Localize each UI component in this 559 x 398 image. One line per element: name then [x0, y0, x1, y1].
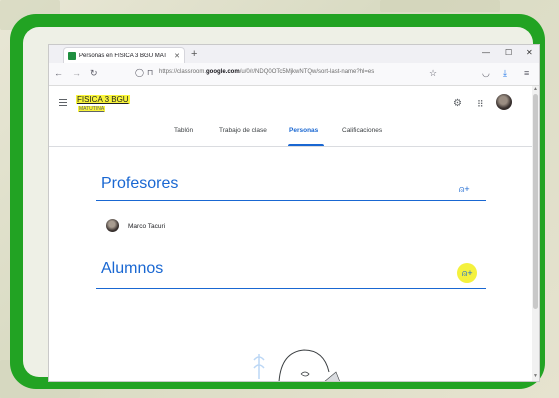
add-student-icon[interactable]: ⍝+ — [462, 268, 473, 279]
tab-title: Personas en FISICA 3 BGU MAT — [79, 52, 167, 59]
lock-icon[interactable]: ⊓ — [147, 67, 153, 79]
classroom-favicon-icon — [68, 51, 76, 60]
apps-icon[interactable]: ⠿ — [477, 98, 484, 110]
menu-icon[interactable] — [59, 99, 67, 108]
active-tab-indicator — [288, 144, 324, 146]
reload-icon[interactable]: ↻ — [90, 67, 98, 79]
browser-window: Personas en FISICA 3 BGU MAT ✕ + — ☐ ✕ ←… — [49, 45, 539, 381]
course-title[interactable]: FISICA 3 BGU — [76, 95, 130, 104]
scrollbar[interactable]: ▲ ▼ — [532, 86, 539, 381]
course-tabs: Tablón Trabajo de clase Personas Calific… — [49, 124, 532, 147]
tab-tablon[interactable]: Tablón — [174, 127, 193, 134]
minimize-button[interactable]: — — [482, 48, 490, 57]
navigation-toolbar: ← → ↻ ◯ ⊓ https://classroom.google.com/u… — [49, 63, 539, 86]
url-rest: /u/0/r/NDQ0OTc5MjkwNTQw/sort-last-name?h… — [239, 69, 375, 75]
url-domain: google.com — [206, 69, 240, 75]
url-prefix: https://classroom. — [159, 69, 207, 75]
settings-icon[interactable]: ⚙ — [453, 98, 462, 110]
forward-icon[interactable]: → — [72, 67, 81, 79]
tab-calificaciones[interactable]: Calificaciones — [342, 127, 382, 134]
teacher-name[interactable]: Marco Tacuri — [128, 223, 165, 230]
teachers-divider — [96, 200, 486, 201]
new-tab-button[interactable]: + — [191, 47, 197, 61]
tab-trabajo-de-clase[interactable]: Trabajo de clase — [219, 127, 267, 134]
teachers-heading: Profesores — [101, 175, 179, 192]
url-field[interactable]: https://classroom.google.com/u/0/r/NDQ0O… — [159, 69, 374, 75]
hamburger-icon[interactable]: ≡ — [524, 67, 529, 79]
course-section[interactable]: MATUTINA — [78, 106, 106, 112]
shield-icon[interactable]: ◯ — [135, 67, 144, 79]
teacher-avatar — [106, 219, 119, 232]
students-heading: Alumnos — [101, 260, 164, 277]
avatar[interactable] — [496, 94, 512, 110]
scroll-down-icon[interactable]: ▼ — [533, 373, 538, 379]
tab-close-icon[interactable]: ✕ — [174, 52, 180, 60]
close-window-button[interactable]: ✕ — [526, 48, 533, 57]
scroll-thumb[interactable] — [533, 94, 538, 309]
maximize-button[interactable]: ☐ — [505, 48, 512, 57]
tab-strip: Personas en FISICA 3 BGU MAT ✕ + — ☐ ✕ — [49, 45, 539, 63]
background-tile — [380, 0, 500, 12]
add-teacher-icon[interactable]: ⍝+ — [459, 184, 470, 195]
classroom-app: FISICA 3 BGU MATUTINA ⚙ ⠿ Tablón Trabajo… — [49, 86, 532, 381]
tab-personas[interactable]: Personas — [289, 127, 318, 134]
students-divider — [96, 288, 486, 289]
browser-tab[interactable]: Personas en FISICA 3 BGU MAT ✕ — [63, 47, 185, 63]
download-icon[interactable]: ⤓ — [503, 67, 507, 79]
empty-state-illustration-icon — [253, 349, 340, 381]
pocket-icon[interactable]: ◡ — [482, 67, 490, 79]
back-icon[interactable]: ← — [54, 67, 63, 79]
star-icon[interactable]: ☆ — [429, 67, 437, 79]
scroll-up-icon[interactable]: ▲ — [533, 86, 538, 92]
